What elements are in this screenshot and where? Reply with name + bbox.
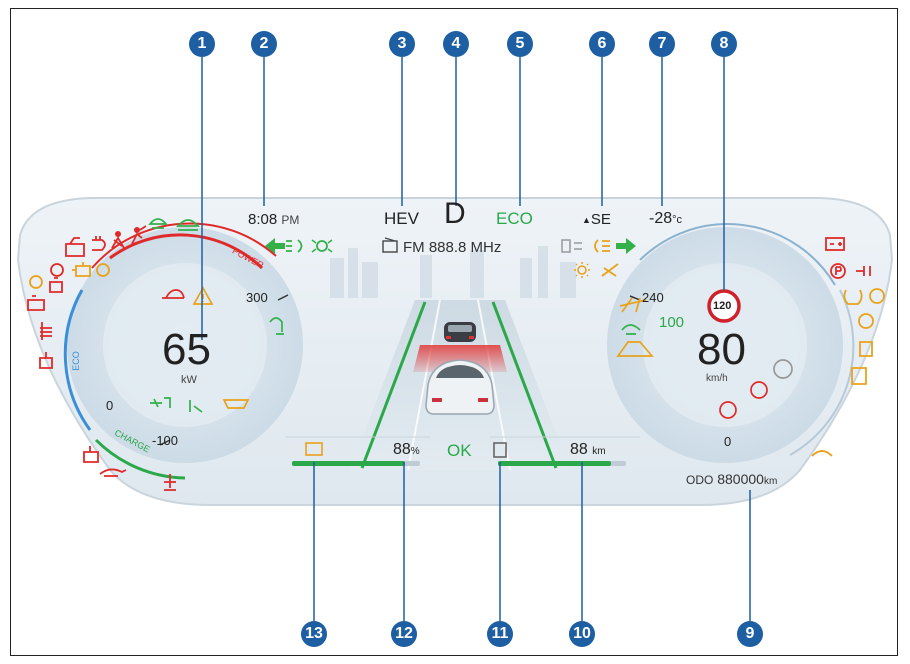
compass: ▲SE <box>582 211 611 228</box>
speed-tick-max: 240 <box>642 290 664 305</box>
power-unit: kW <box>181 374 197 386</box>
speed-value: 80 <box>697 325 746 374</box>
callout-8: 8 <box>711 31 737 57</box>
clock-ampm: PM <box>281 213 300 227</box>
soc-readout: 88% <box>393 441 420 459</box>
callout-9: 9 <box>737 621 763 647</box>
range-unit: km <box>592 446 606 457</box>
soc-value: 88 <box>393 441 411 458</box>
speed-tick-zero: 0 <box>724 434 732 449</box>
callout-7: 7 <box>649 31 675 57</box>
odometer-unit: km <box>763 476 778 487</box>
drive-mode: ECO <box>496 209 533 228</box>
gear-indicator: D <box>444 197 466 230</box>
odometer-value: 880000 <box>717 471 764 487</box>
clock: 8:08 PM <box>248 211 299 228</box>
eco-arc-label: ECO <box>70 351 81 371</box>
callout-6: 6 <box>589 31 615 57</box>
lead-car <box>444 322 476 342</box>
range-bar-fill <box>498 461 611 466</box>
odometer: ODO 880000km <box>686 471 777 487</box>
callout-10: 10 <box>569 621 595 647</box>
callout-13: 13 <box>301 621 327 647</box>
ego-car <box>425 359 495 415</box>
instrument-cluster <box>16 57 894 622</box>
callout-11: 11 <box>487 621 513 647</box>
speed-unit: km/h <box>706 373 728 384</box>
power-tick-max: 300 <box>246 290 268 305</box>
temp-value: -28 <box>649 210 673 227</box>
soc-unit: % <box>410 446 420 457</box>
power-tick-min: -100 <box>152 433 179 448</box>
radio-station: FM 888.8 MHz <box>403 239 502 256</box>
callout-1: 1 <box>189 31 215 57</box>
compass-heading: SE <box>590 211 611 228</box>
callout-2: 2 <box>251 31 277 57</box>
callout-5: 5 <box>507 31 533 57</box>
compass-arrow-icon: ▲ <box>582 215 591 226</box>
callout-12: 12 <box>391 621 417 647</box>
temp-unit: °c <box>672 214 683 226</box>
clock-time: 8:08 <box>248 211 278 228</box>
washer-icon <box>811 450 833 457</box>
soc-bar-fill <box>292 461 405 466</box>
odometer-label: ODO <box>686 473 714 487</box>
range-readout: 88 km <box>570 441 606 459</box>
system-status: OK <box>447 441 472 460</box>
power-tick-zero: 0 <box>106 398 114 413</box>
outside-temp: -28°c <box>649 210 682 228</box>
callout-3: 3 <box>389 31 415 57</box>
power-value: 65 <box>162 325 211 374</box>
callout-4: 4 <box>443 31 469 57</box>
acc-set-speed: 100 <box>659 314 685 331</box>
powertrain-mode: HEV <box>384 209 419 228</box>
range-value: 88 <box>570 441 588 458</box>
speed-limit-value: 120 <box>713 300 732 312</box>
